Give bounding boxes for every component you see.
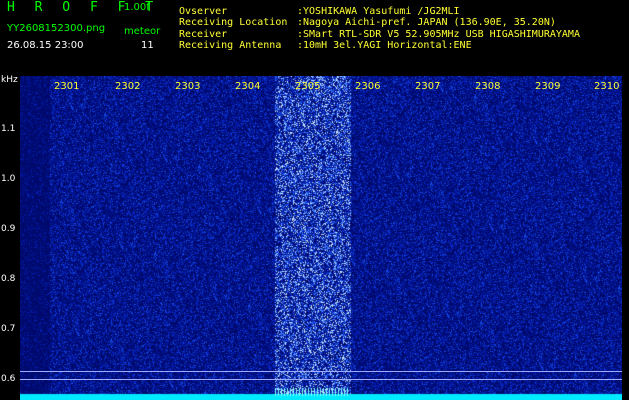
datetime-label: 26.08.15 23:00 — [7, 40, 84, 51]
x-tick-2307: 2307 — [415, 81, 441, 92]
location-value: :Nagoya Aichi-pref. JAPAN (136.90E, 35.2… — [297, 17, 556, 28]
y-tick-0-9: 0.9 — [1, 224, 16, 234]
antenna-label: Receiving Antenna — [179, 40, 282, 51]
x-tick-2308: 2308 — [475, 81, 501, 92]
location-label: Receiving Location — [179, 17, 288, 28]
x-tick-2305: 2305 — [295, 81, 321, 92]
x-tick-2309: 2309 — [535, 81, 561, 92]
reference-line-lower — [20, 379, 622, 380]
x-tick-2304: 2304 — [235, 81, 261, 92]
observer-label: Ovserver — [179, 6, 228, 17]
y-tick-0-8: 0.8 — [1, 274, 16, 284]
header-panel: H R O F F T 1.00f YY2608152300.png meteo… — [0, 0, 629, 72]
receiver-value: :SMart RTL-SDR V5 52.905MHz USB HIGASHIM… — [297, 29, 580, 40]
x-tick-2302: 2302 — [115, 81, 141, 92]
x-tick-2303: 2303 — [175, 81, 201, 92]
y-tick-0-6: 0.6 — [1, 374, 16, 384]
y-tick-0-7: 0.7 — [1, 324, 16, 334]
y-tick-1-0: 1.0 — [1, 174, 16, 184]
x-tick-2301: 2301 — [54, 81, 80, 92]
detection-count: 11 — [141, 40, 154, 51]
y-tick-1-1: 1.1 — [1, 124, 16, 134]
x-tick-2310: 2310 — [594, 81, 620, 92]
receiver-label: Receiver — [179, 29, 228, 40]
antenna-value: :10mH 3el.YAGI Horizontal:ENE — [297, 40, 472, 51]
filename-label: YY2608152300.png — [7, 23, 106, 34]
mode-label: meteor — [124, 26, 161, 37]
x-tick-2306: 2306 — [355, 81, 381, 92]
spectrogram-area — [0, 72, 629, 400]
spectrogram-canvas — [20, 76, 622, 400]
observer-value: :YOSHIKAWA Yasufumi /JG2MLI — [297, 6, 460, 17]
reference-line-upper — [20, 371, 622, 372]
version-label: 1.00f — [124, 2, 150, 13]
